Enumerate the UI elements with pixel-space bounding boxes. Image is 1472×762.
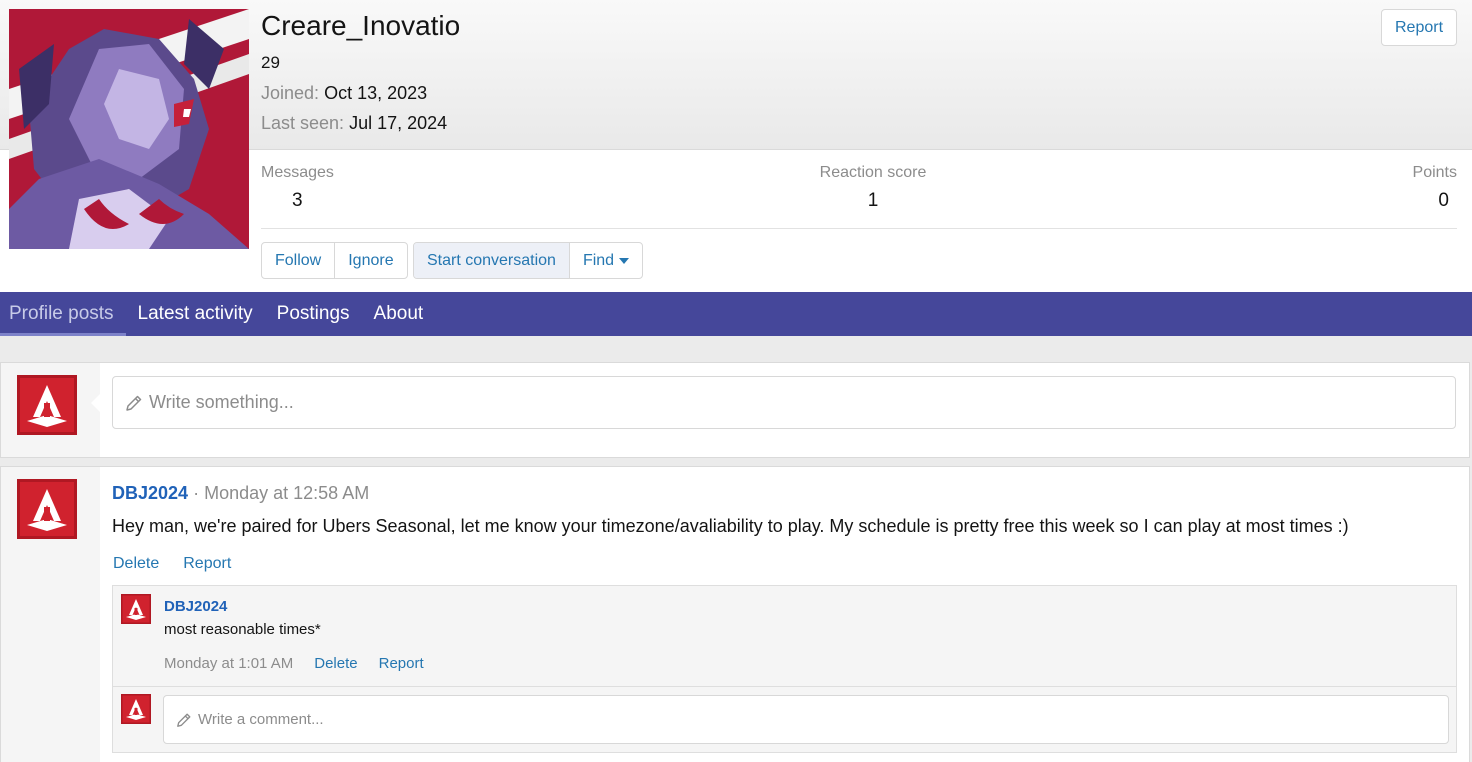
post-separator: · [193,483,200,503]
points-label: Points [1412,164,1457,181]
tab-profile-posts[interactable]: Profile posts [0,292,126,336]
report-profile-button[interactable]: Report [1381,9,1457,46]
delete-comment-link[interactable]: Delete [314,655,357,672]
joined-date: Joined: Oct 13, 2023 [261,83,427,104]
user-title: 29 [261,53,280,72]
post-date[interactable]: Monday at 12:58 AM [204,483,369,503]
find-dropdown-button[interactable]: Find [570,243,642,278]
report-comment-link[interactable]: Report [379,655,424,672]
joined-label: Joined: [261,83,320,103]
comment-item: DBJ2024 most reasonable times* Monday at… [113,586,1456,687]
start-conversation-button[interactable]: Start conversation [414,243,570,278]
conversation-find-group: Start conversation Find [413,242,644,279]
comment-time[interactable]: Monday at 1:01 AM [164,655,293,672]
delete-post-link[interactable]: Delete [113,555,159,573]
caret-down-icon [619,257,630,264]
post-author-link[interactable]: DBJ2024 [112,483,188,503]
messages-value[interactable]: 3 [261,190,334,212]
follow-button[interactable]: Follow [262,243,336,278]
composer-speech-tip [91,393,101,413]
profile-avatar-art [9,9,249,249]
reaction-score-value: 1 [867,190,879,211]
tab-latest-activity[interactable]: Latest activity [126,292,265,336]
last-seen-value[interactable]: Jul 17, 2024 [349,113,447,133]
ignore-button[interactable]: Ignore [335,243,406,278]
last-seen-label: Last seen: [261,113,345,133]
stat-points: Points 0 [1413,164,1457,212]
profile-post: DBJ2024 · Monday at 12:58 AM Hey man, we… [0,466,1470,762]
profile-avatar[interactable] [9,9,249,249]
comment-author-avatar[interactable] [121,594,151,624]
profile-header: Creare_Inovatio 29 Joined: Oct 13, 2023 … [0,0,1472,292]
comment-author-link[interactable]: DBJ2024 [164,598,227,615]
comments-section: DBJ2024 most reasonable times* Monday at… [112,585,1457,753]
reaction-score-label: Reaction score [819,164,927,181]
post-body: Hey man, we're paired for Ubers Seasonal… [112,516,1349,536]
last-seen: Last seen: Jul 17, 2024 [261,113,447,134]
pencil-icon [177,713,191,727]
write-comment-placeholder: Write a comment... [198,711,324,728]
stats-divider [261,228,1457,229]
current-user-comment-avatar[interactable] [121,694,151,724]
profile-post-composer: Write something... [0,362,1470,458]
points-value[interactable]: 0 [1413,190,1457,212]
stat-messages: Messages 3 [261,164,334,212]
pencil-icon [126,395,142,411]
follow-ignore-group: Follow Ignore [261,242,408,279]
post-header: DBJ2024 · Monday at 12:58 AM [112,483,369,504]
find-label: Find [582,251,615,269]
messages-label: Messages [261,164,334,181]
tab-about[interactable]: About [362,292,436,336]
write-something-input[interactable]: Write something... [112,376,1456,429]
post-actions: Delete Report [113,555,231,573]
tab-postings[interactable]: Postings [265,292,362,336]
stat-reaction-score: Reaction score 1 [818,164,928,212]
profile-username: Creare_Inovatio [261,10,461,41]
profile-tabs: Profile posts Latest activity Postings A… [0,292,1472,336]
joined-value: Oct 13, 2023 [324,83,428,103]
write-comment-input[interactable]: Write a comment... [163,695,1449,744]
comment-meta: Monday at 1:01 AM Delete Report [164,655,424,672]
current-user-avatar[interactable] [17,375,77,435]
post-author-avatar[interactable] [17,479,77,539]
comment-text: most reasonable times* [164,621,321,638]
write-something-placeholder: Write something... [149,392,294,412]
report-post-link[interactable]: Report [183,555,231,573]
